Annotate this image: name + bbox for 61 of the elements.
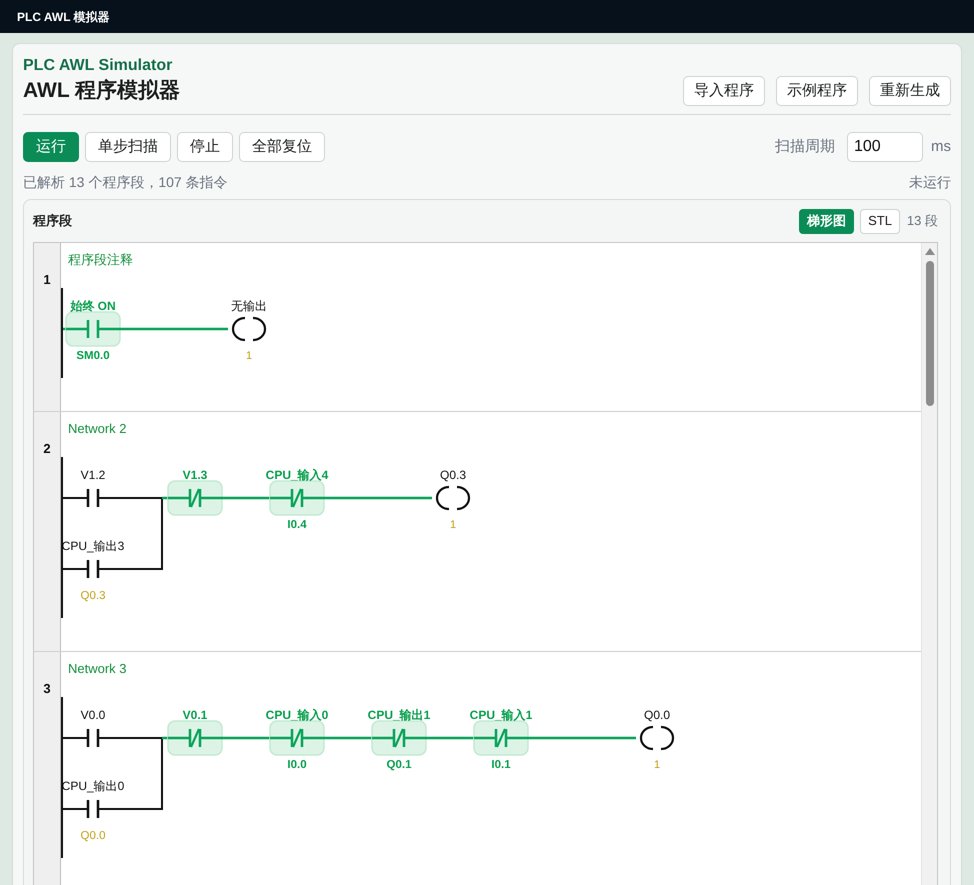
ladder-wire — [98, 808, 162, 810]
contact-label: CPU_输出3 — [62, 539, 124, 553]
coil-label: Q0.3 — [440, 468, 466, 482]
address-label: SM0.0 — [76, 350, 110, 362]
contact-label: V0.0 — [80, 708, 106, 722]
address-label: I0.1 — [491, 759, 511, 771]
view-tab[interactable]: STL — [860, 208, 900, 234]
count-label: 13 段 — [906, 212, 938, 230]
status-summary: 已解析 13 个程序段，107 条指令 — [23, 173, 228, 192]
scan-period-label: 扫描周期 — [775, 137, 835, 157]
network-comment: 程序段注释 — [68, 252, 133, 267]
address-label: Q0.3 — [80, 590, 106, 602]
coil-value: 1 — [450, 519, 456, 531]
coil-label: Q0.0 — [644, 708, 670, 722]
contact-label: CPU_输入1 — [470, 708, 532, 722]
header-button[interactable]: 示例程序 — [776, 76, 858, 106]
address-label: Q0.1 — [386, 759, 412, 771]
toolbar-button[interactable]: 单步扫描 — [85, 132, 171, 162]
panel-title: 程序段 — [33, 212, 72, 230]
page-title: AWL 程序模拟器 — [23, 78, 180, 104]
address-label: I0.4 — [287, 519, 307, 531]
coil-value: 1 — [246, 350, 252, 362]
ladder-wire — [63, 808, 88, 810]
ladder-wire — [98, 568, 162, 570]
scroll-up-icon[interactable] — [924, 248, 934, 255]
coil-icon — [436, 486, 470, 510]
app-subtitle: PLC AWL Simulator — [23, 56, 174, 76]
coil-icon — [232, 316, 266, 342]
network-number: 2 — [43, 441, 51, 457]
contact-label: V1.3 — [182, 468, 208, 482]
toolbar-button[interactable]: 运行 — [23, 132, 79, 162]
scrollbar[interactable] — [921, 243, 937, 885]
address-label: Q0.0 — [80, 830, 106, 842]
network-comment: Network 2 — [68, 421, 127, 436]
contact-label: V0.1 — [182, 708, 208, 722]
coil-icon — [640, 726, 674, 750]
network-comment: Network 3 — [68, 661, 127, 676]
unit-label: ms — [931, 137, 951, 157]
contact-label: CPU_输入4 — [266, 468, 328, 482]
contact-label: CPU_输出1 — [368, 708, 430, 722]
run-state: 未运行 — [909, 173, 951, 192]
coil-value: 1 — [654, 759, 660, 771]
header-button[interactable]: 重新生成 — [869, 76, 951, 106]
ladder-wire — [63, 497, 88, 499]
toolbar-button[interactable]: 停止 — [177, 132, 233, 162]
toolbar-button[interactable]: 全部复位 — [239, 132, 325, 162]
contact-label: V1.2 — [80, 468, 106, 482]
coil-label: 无输出 — [231, 299, 267, 313]
header-button[interactable]: 导入程序 — [683, 76, 765, 106]
address-label: I0.0 — [287, 759, 307, 771]
ladder-wire — [63, 737, 88, 739]
ladder-wire — [63, 568, 88, 570]
scrollbar-thumb[interactable] — [926, 261, 934, 406]
app-title: PLC AWL 模拟器 — [17, 8, 110, 24]
scan-period-input[interactable]: 100 — [847, 132, 923, 162]
view-tab[interactable]: 梯形图 — [799, 208, 854, 234]
contact-label: CPU_输入0 — [266, 708, 328, 722]
contact-label: CPU_输出0 — [62, 779, 124, 793]
network-number: 1 — [43, 272, 51, 288]
network-number: 3 — [43, 681, 51, 697]
contact-label: 始终 ON — [70, 299, 116, 313]
